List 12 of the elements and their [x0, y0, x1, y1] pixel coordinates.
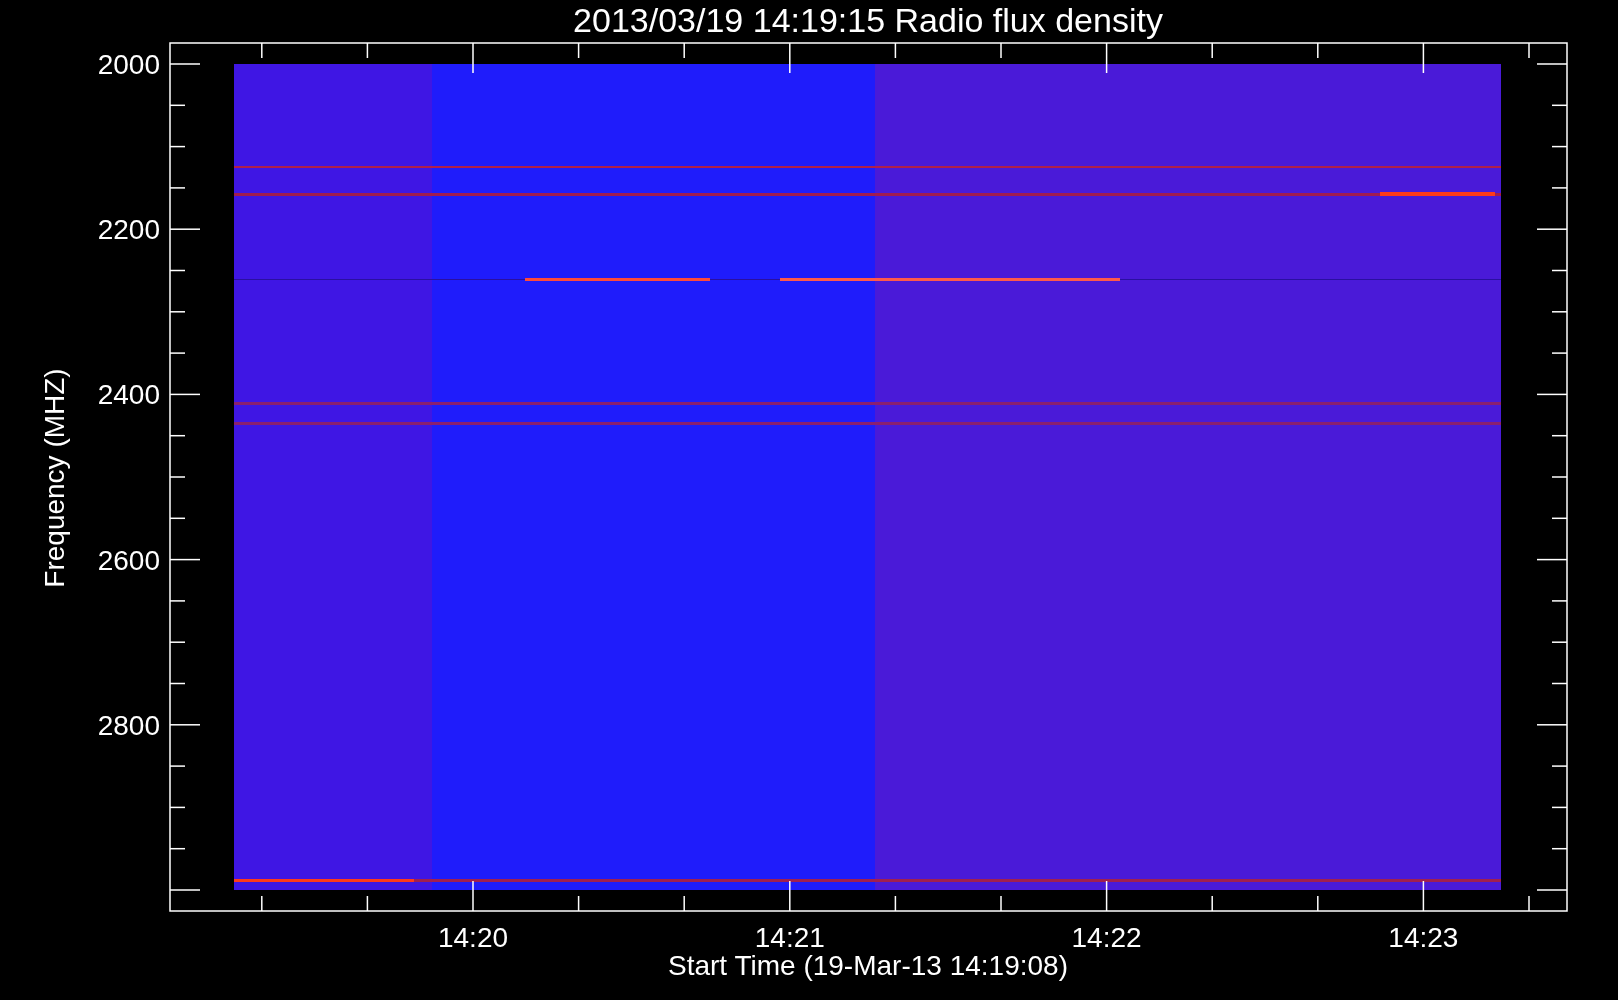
y-tick-label: 2600	[97, 544, 160, 576]
y-tick-label: 2800	[97, 709, 160, 741]
y-axis-label: Frequency (MHZ)	[39, 368, 70, 588]
y-tick-label: 2400	[97, 379, 160, 411]
chart-title: 2013/03/19 14:19:15 Radio flux density	[573, 1, 1163, 39]
y-tick-label: 2200	[97, 214, 160, 246]
x-tick-label: 14:22	[1071, 922, 1142, 953]
y-tick-label: 2000	[97, 49, 160, 80]
x-tick-label: 14:23	[1388, 922, 1459, 953]
x-tick-label: 14:20	[437, 922, 509, 953]
x-tick-label: 14:21	[754, 922, 825, 953]
x-axis-label: Start Time (19-Mar-13 14:19:08)	[668, 950, 1068, 981]
